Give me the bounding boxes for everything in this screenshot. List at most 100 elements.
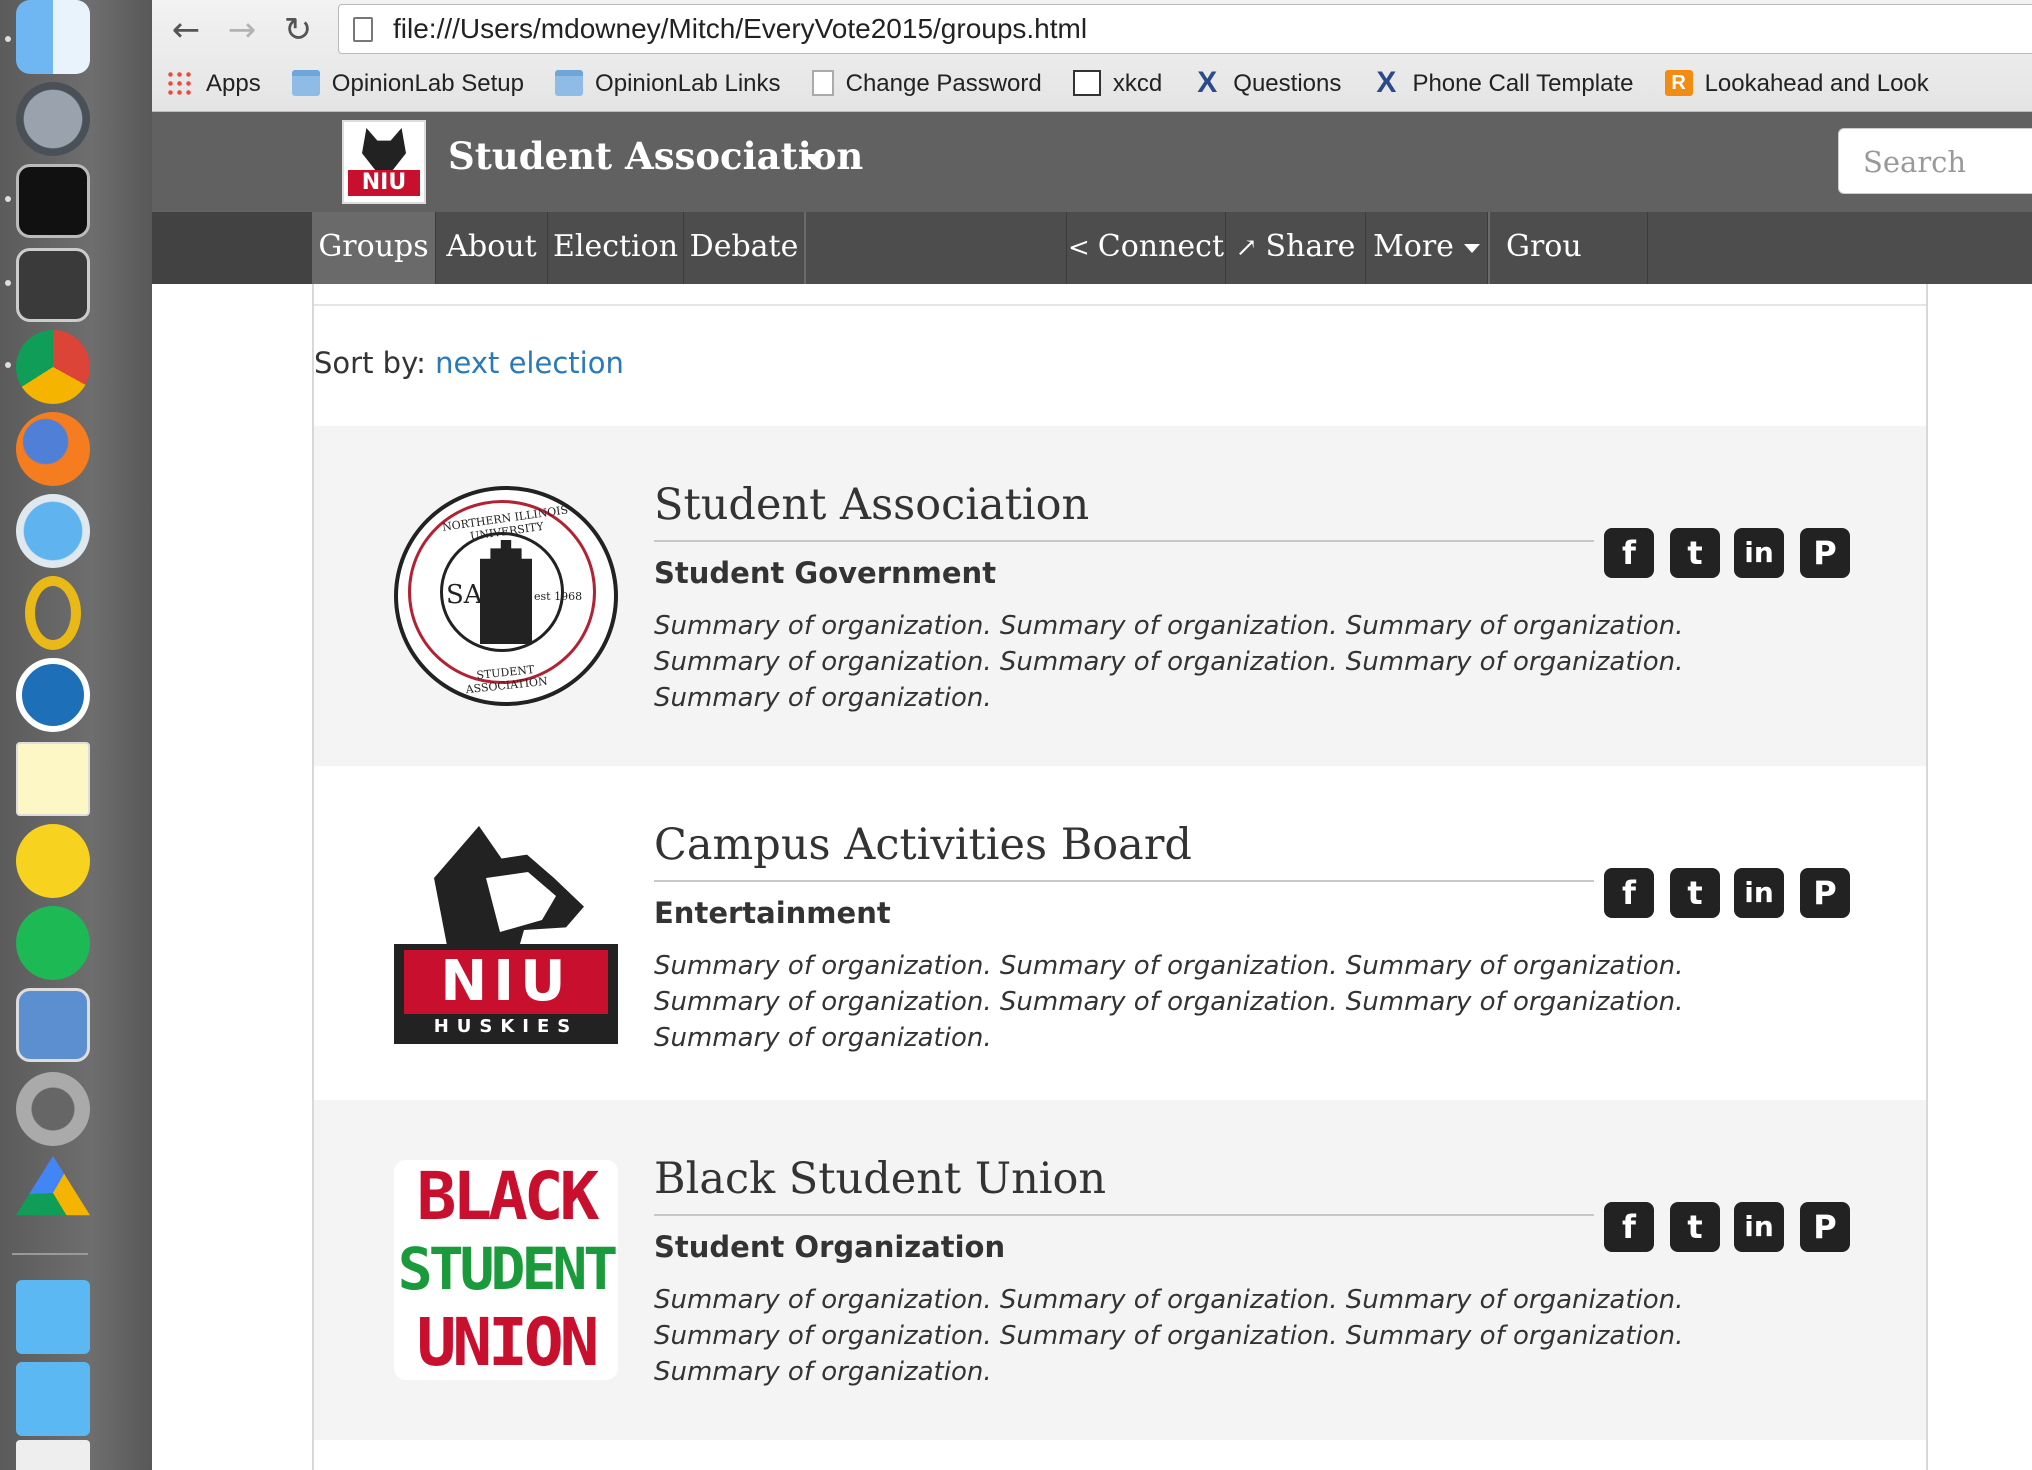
huskies-wordmark: HUSKIES: [433, 1016, 579, 1037]
folder-icon[interactable]: [16, 1280, 90, 1354]
org-card[interactable]: BLACK STUDENT UNION Black Student Union …: [314, 1100, 1926, 1440]
bookmark-label: xkcd: [1112, 70, 1163, 97]
black-student-union-logo[interactable]: BLACK STUDENT UNION: [394, 1160, 618, 1380]
org-summary: Summary of organization. Summary of orga…: [654, 951, 1684, 1053]
site-header: NIU Student Association Search: [152, 112, 2032, 212]
xkcd-icon: [1072, 69, 1101, 96]
bookmark-xkcd[interactable]: xkcd: [1072, 64, 1163, 104]
bsu-line-3: UNION: [416, 1304, 600, 1381]
brand-title[interactable]: Student Association: [448, 134, 863, 178]
nav-groups[interactable]: Groups: [312, 212, 436, 284]
org-summary: Summary of organization. Summary of orga…: [654, 611, 1684, 713]
nav-about[interactable]: About: [436, 212, 548, 284]
address-bar[interactable]: file:///Users/mdowney/Mitch/EveryVote201…: [338, 4, 2032, 54]
nav-share-label: Share: [1265, 229, 1356, 264]
opera-icon[interactable]: [25, 576, 81, 650]
bookmark-opinionlab-links[interactable]: OpinionLab Links: [555, 64, 781, 104]
safari-icon[interactable]: [16, 494, 90, 568]
dock-separator: [12, 1253, 88, 1255]
husky-icon: [362, 128, 406, 170]
reload-icon[interactable]: ↻: [278, 10, 318, 50]
applications-folder-icon[interactable]: [16, 1362, 90, 1436]
bookmark-label: Questions: [1233, 70, 1342, 97]
bookmark-label: Change Password: [845, 70, 1042, 97]
bookmark-change-password[interactable]: Change Password: [811, 64, 1042, 104]
pinterest-icon[interactable]: P: [1800, 528, 1850, 578]
caret-down-icon: [1463, 243, 1480, 253]
spotify-icon[interactable]: [16, 906, 90, 980]
linkedin-icon[interactable]: in: [1734, 1202, 1784, 1252]
org-name[interactable]: Campus Activities Board: [654, 820, 1192, 870]
nav-groups-overflow[interactable]: Grou: [1488, 212, 1648, 284]
sort-control: Sort by: next election: [314, 346, 624, 380]
notes-icon[interactable]: [16, 742, 90, 816]
facebook-icon[interactable]: f: [1604, 868, 1654, 918]
org-divider: [654, 1214, 1594, 1216]
linkedin-icon[interactable]: in: [1734, 868, 1784, 918]
niu-huskies-logo[interactable]: NIU HUSKIES: [394, 826, 618, 1046]
virtualbox-icon[interactable]: [16, 988, 90, 1062]
org-card[interactable]: NORTHERN ILLINOIS UNIVERSITY STUDENT ASS…: [314, 426, 1926, 766]
back-arrow-icon[interactable]: ←: [166, 10, 206, 50]
bookmark-label: OpinionLab Setup: [331, 70, 524, 97]
firefox-icon[interactable]: [16, 412, 90, 486]
bsu-line-2: STUDENT: [397, 1235, 618, 1303]
bookmark-opinionlab-setup[interactable]: OpinionLab Setup: [291, 64, 524, 104]
pinterest-icon[interactable]: P: [1800, 1202, 1850, 1252]
facebook-icon[interactable]: f: [1604, 528, 1654, 578]
running-indicator: [5, 280, 11, 286]
caret-down-icon[interactable]: [804, 154, 824, 165]
nav-more[interactable]: More: [1366, 212, 1488, 284]
running-indicator: [5, 196, 11, 202]
google-drive-icon[interactable]: [16, 1156, 90, 1216]
finder-icon[interactable]: [16, 0, 90, 74]
system-preferences-icon[interactable]: [16, 1072, 90, 1146]
running-indicator: [5, 362, 11, 368]
org-name[interactable]: Student Association: [654, 480, 1089, 530]
org-name[interactable]: Black Student Union: [654, 1154, 1106, 1204]
groups-list: Sort by: next election NORTHERN ILLINOIS…: [312, 284, 1928, 1470]
share-nodes-icon: <: [1067, 233, 1090, 263]
niu-huskies-logo[interactable]: NIU: [342, 120, 426, 204]
nav-connect[interactable]: < Connect: [1066, 212, 1226, 284]
documents-stack-icon[interactable]: [16, 1440, 90, 1470]
nav-debate[interactable]: Debate: [684, 212, 806, 284]
sort-link[interactable]: next election: [435, 346, 624, 380]
hipchat-icon[interactable]: [16, 658, 90, 732]
cyberduck-icon[interactable]: [16, 824, 90, 898]
divider: [314, 304, 1926, 306]
bookmark-phone-call-template[interactable]: X Phone Call Template: [1372, 64, 1633, 104]
student-association-seal[interactable]: NORTHERN ILLINOIS UNIVERSITY STUDENT ASS…: [394, 486, 618, 706]
folder-icon: [555, 69, 584, 96]
search-input[interactable]: Search: [1838, 128, 2032, 194]
nav-spacer: [152, 212, 312, 284]
bookmark-questions[interactable]: X Questions: [1193, 64, 1341, 104]
scissors-x-icon: X: [1376, 65, 1397, 99]
twitter-icon[interactable]: t: [1670, 528, 1720, 578]
apps-grid-icon: [166, 69, 194, 96]
twitter-icon[interactable]: t: [1670, 1202, 1720, 1252]
niu-wordmark: NIU: [348, 170, 420, 196]
terminal-icon[interactable]: [16, 164, 90, 238]
bookmark-label: Lookahead and Look: [1704, 70, 1929, 97]
bookmark-apps[interactable]: Apps: [166, 64, 261, 104]
launchpad-icon[interactable]: [16, 82, 90, 156]
nav-share[interactable]: ↗ Share: [1226, 212, 1366, 284]
org-divider: [654, 880, 1594, 882]
bookmark-label: Phone Call Template: [1412, 70, 1634, 97]
linkedin-icon[interactable]: in: [1734, 528, 1784, 578]
org-category: Student Organization: [654, 1230, 1006, 1264]
org-card[interactable]: NIU HUSKIES Campus Activities Board Ente…: [314, 766, 1926, 1106]
scissors-x-icon: X: [1197, 65, 1218, 99]
nav-election[interactable]: Election: [548, 212, 684, 284]
pinterest-icon[interactable]: P: [1800, 868, 1850, 918]
chrome-icon[interactable]: [16, 330, 90, 404]
forward-arrow-icon[interactable]: →: [222, 10, 262, 50]
r-icon: R: [1664, 69, 1693, 96]
seal-initials: SA: [446, 580, 483, 610]
sublime-text-icon[interactable]: [16, 248, 90, 322]
bookmark-lookahead[interactable]: R Lookahead and Look: [1664, 64, 1929, 104]
org-divider: [654, 540, 1594, 542]
facebook-icon[interactable]: f: [1604, 1202, 1654, 1252]
twitter-icon[interactable]: t: [1670, 868, 1720, 918]
